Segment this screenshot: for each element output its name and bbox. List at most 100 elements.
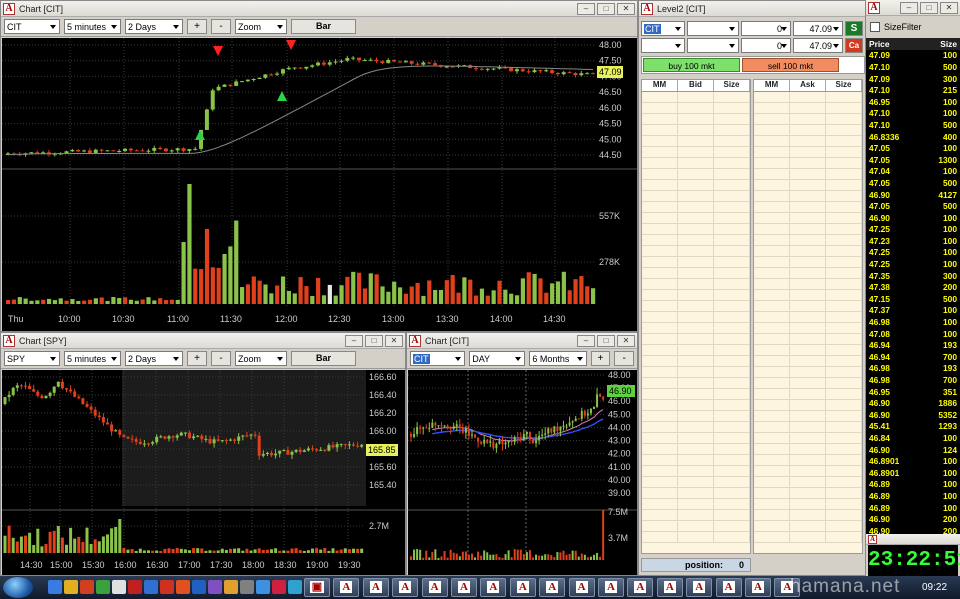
book-row[interactable]: [642, 290, 750, 301]
book-row[interactable]: [642, 356, 750, 367]
book-row[interactable]: [754, 400, 862, 411]
book-row[interactable]: [754, 158, 862, 169]
book-row[interactable]: [754, 136, 862, 147]
book-row[interactable]: [642, 191, 750, 202]
book-row[interactable]: [642, 422, 750, 433]
book-row[interactable]: [754, 345, 862, 356]
minimize-button[interactable]: –: [345, 334, 363, 347]
quick-launch-icon[interactable]: [96, 580, 110, 594]
tray-clock[interactable]: 09:22: [922, 582, 947, 593]
quick-launch-icon[interactable]: [208, 580, 222, 594]
spy-chart-plot[interactable]: 166.60166.40166.20166.00165.80165.60165.…: [2, 370, 405, 575]
main-chart-titlebar[interactable]: A Chart [CIT] – □ ✕: [1, 1, 637, 17]
minimize-button[interactable]: –: [577, 334, 595, 347]
book-row[interactable]: [754, 378, 862, 389]
taskbar-window-button[interactable]: A: [333, 578, 360, 597]
column-header[interactable]: Bid: [678, 80, 714, 91]
book-row[interactable]: [642, 301, 750, 312]
column-header[interactable]: Ask: [790, 80, 826, 91]
time-sales-titlebar[interactable]: A – □ ✕: [866, 0, 960, 16]
book-row[interactable]: [754, 433, 862, 444]
quick-launch-icon[interactable]: [112, 580, 126, 594]
column-header[interactable]: Size: [714, 80, 750, 91]
trade-row[interactable]: 46.89 100: [866, 479, 960, 491]
trade-row[interactable]: 47.38 200: [866, 281, 960, 293]
book-row[interactable]: [754, 103, 862, 114]
book-row[interactable]: [642, 334, 750, 345]
spy-chart-titlebar[interactable]: A Chart [SPY] – □ ✕: [1, 333, 405, 349]
trade-row[interactable]: 47.25 100: [866, 224, 960, 236]
trade-row[interactable]: 46.8901 100: [866, 467, 960, 479]
column-header[interactable]: Size: [918, 39, 960, 49]
cancel-button[interactable]: Ca: [845, 38, 863, 53]
taskbar-window-button[interactable]: A: [627, 578, 654, 597]
trade-row[interactable]: 47.05 100: [866, 142, 960, 154]
column-header[interactable]: MM: [642, 80, 678, 91]
book-row[interactable]: [754, 488, 862, 499]
maximize-button[interactable]: □: [597, 334, 615, 347]
book-row[interactable]: [754, 246, 862, 257]
daily-chart-plot[interactable]: 48.0047.0046.0045.0044.0043.0042.0041.00…: [408, 370, 637, 575]
interval-select[interactable]: 5 minutes: [64, 19, 121, 34]
symbol-select[interactable]: CIT: [4, 19, 60, 34]
book-row[interactable]: [754, 257, 862, 268]
book-row[interactable]: [754, 532, 862, 543]
main-chart-plot[interactable]: 48.0047.5047.0046.5046.0045.5045.0044.50…: [2, 38, 637, 331]
book-row[interactable]: [754, 224, 862, 235]
taskbar-window-button[interactable]: A: [715, 578, 742, 597]
book-row[interactable]: [642, 268, 750, 279]
book-row[interactable]: [754, 466, 862, 477]
book-row[interactable]: [754, 191, 862, 202]
trade-row[interactable]: 46.8336 400: [866, 131, 960, 143]
book-row[interactable]: [642, 312, 750, 323]
taskbar-window-button[interactable]: A: [451, 578, 477, 597]
book-row[interactable]: [642, 411, 750, 422]
book-row[interactable]: [642, 136, 750, 147]
trade-row[interactable]: 47.37 100: [866, 305, 960, 317]
zoom-in-button[interactable]: +: [187, 351, 207, 366]
account-select[interactable]: [641, 38, 685, 53]
book-row[interactable]: [642, 466, 750, 477]
trade-row[interactable]: 46.98 100: [866, 316, 960, 328]
quick-launch-icon[interactable]: [48, 580, 62, 594]
book-row[interactable]: [642, 389, 750, 400]
trade-row[interactable]: 47.10 500: [866, 61, 960, 73]
chart-type-button[interactable]: Bar: [291, 19, 356, 34]
book-row[interactable]: [754, 235, 862, 246]
book-row[interactable]: [642, 455, 750, 466]
book-row[interactable]: [642, 202, 750, 213]
book-row[interactable]: [754, 92, 862, 103]
trade-row[interactable]: 46.90 100: [866, 212, 960, 224]
book-row[interactable]: [642, 235, 750, 246]
trade-row[interactable]: 46.90 200: [866, 513, 960, 525]
zoom-out-button[interactable]: -: [614, 351, 634, 366]
book-row[interactable]: [642, 158, 750, 169]
book-row[interactable]: [642, 444, 750, 455]
taskbar-window-button[interactable]: A: [480, 578, 507, 597]
level2-titlebar[interactable]: A Level2 [CIT]: [639, 1, 865, 17]
interval-select[interactable]: 5 minutes: [64, 351, 121, 366]
book-row[interactable]: [754, 180, 862, 191]
bid-price-input[interactable]: 47.09: [793, 21, 843, 36]
book-row[interactable]: [754, 268, 862, 279]
book-row[interactable]: [754, 279, 862, 290]
trade-row[interactable]: 46.8901 100: [866, 455, 960, 467]
sell-market-button[interactable]: sell 100 mkt: [742, 58, 839, 72]
zoom-select[interactable]: Zoom: [235, 19, 287, 34]
book-row[interactable]: [642, 499, 750, 510]
zoom-in-button[interactable]: +: [590, 351, 611, 366]
daily-chart-titlebar[interactable]: A Chart [CIT] – □ ✕: [407, 333, 637, 349]
maximize-button[interactable]: □: [597, 2, 615, 15]
book-row[interactable]: [754, 169, 862, 180]
book-row[interactable]: [754, 290, 862, 301]
book-row[interactable]: [642, 510, 750, 521]
book-row[interactable]: [754, 213, 862, 224]
zoom-out-button[interactable]: -: [211, 19, 231, 34]
trade-row[interactable]: 47.35 300: [866, 270, 960, 282]
quick-launch-icon[interactable]: [64, 580, 78, 594]
book-row[interactable]: [642, 147, 750, 158]
chart-type-button[interactable]: Bar: [291, 351, 356, 366]
book-row[interactable]: [642, 213, 750, 224]
zoom-select[interactable]: Zoom: [235, 351, 287, 366]
quick-launch-icon[interactable]: [192, 580, 206, 594]
